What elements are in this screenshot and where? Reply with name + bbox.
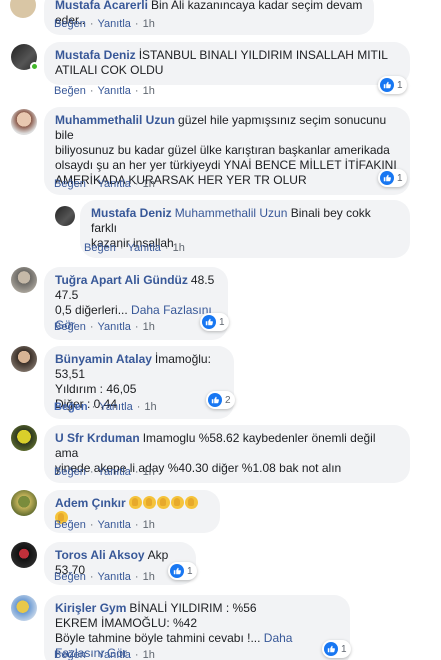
comment-text-line: Böyle tahmine böyle tahmini cevabı !... [55, 631, 261, 645]
comment-text-line: olsaydı şu an her yer türkiyeydi YNAİ BE… [55, 158, 397, 172]
thumbs-up-icon [380, 171, 394, 185]
clapping-hands-icon [184, 496, 198, 509]
like-button[interactable]: Beğen [84, 242, 116, 254]
comment-bubble: Mustafa Deniz İSTANBUL BINALI YILDIRIM IN… [44, 42, 410, 85]
timestamp[interactable]: 1h [173, 242, 185, 254]
comment-text-line: 48.5 [190, 273, 215, 287]
reply-button[interactable]: Yanıtla [97, 85, 130, 97]
like-button[interactable]: Beğen [54, 519, 86, 531]
comment-author[interactable]: Kirişler Gym [55, 601, 126, 615]
like-button[interactable]: Beğen [54, 571, 86, 583]
clapping-hands-icon [142, 496, 156, 509]
timestamp[interactable]: 1h [143, 649, 155, 660]
clapping-hands-icon [156, 496, 170, 509]
timestamp[interactable]: 1h [143, 18, 155, 30]
thumbs-up-icon [208, 393, 222, 407]
comment-actions: Beğen · Yanıtla · 1h [84, 242, 185, 254]
timestamp[interactable]: 1h [143, 466, 155, 478]
avatar[interactable] [11, 267, 37, 293]
avatar[interactable] [11, 490, 37, 516]
like-button[interactable]: Beğen [54, 649, 86, 660]
comment-actions: Beğen · Yanıtla · 1h [54, 85, 155, 97]
comment-text-line: 0,5 diğerleri... [55, 303, 128, 317]
timestamp[interactable]: 1h [143, 178, 155, 190]
thumbs-up-icon [202, 315, 216, 329]
reply-button[interactable]: Yanıtla [127, 242, 160, 254]
comment-actions: Beğen · Yanıtla · 1h [54, 18, 155, 30]
timestamp[interactable]: 1h [143, 571, 155, 583]
comment-actions: Beğen · Yanıtla · 1h [54, 571, 155, 583]
reply-button[interactable]: Yanıtla [99, 401, 132, 413]
comment-author[interactable]: Toros Ali Aksoy [55, 548, 145, 562]
thumbs-up-icon [170, 564, 184, 578]
like-button[interactable]: Beğen [54, 85, 86, 97]
comment-actions: Beğen · Yanıtla · 1h [54, 401, 157, 413]
reply-button[interactable]: Yanıtla [97, 519, 130, 531]
reply-button[interactable]: Yanıtla [97, 466, 130, 478]
comment-text-line: BİNALİ YILDIRIM : %56 [129, 601, 257, 615]
comment-author[interactable]: Mustafa Deniz [55, 48, 136, 62]
timestamp[interactable]: 1h [143, 85, 155, 97]
avatar[interactable] [10, 0, 36, 18]
avatar[interactable] [11, 109, 37, 135]
comment-author[interactable]: Mustafa Deniz [91, 206, 172, 220]
comment-author[interactable]: Mustafa Acarerli [55, 0, 148, 12]
clapping-hands-icon [128, 496, 142, 509]
comment-text-line: Yıldırım : 46,05 [55, 382, 137, 396]
comment-author[interactable]: Adem Çınkır [55, 496, 126, 510]
comment-author[interactable]: U Sfr Krduman [55, 431, 140, 445]
like-button[interactable]: Beğen [54, 401, 88, 413]
timestamp[interactable]: 1h [144, 401, 156, 413]
comment-author[interactable]: Tuğra Apart Ali Gündüz [55, 273, 188, 287]
thumbs-up-icon [380, 78, 394, 92]
comment-text-line: İSTANBUL BINALI YILDIRIM INSALLAH MITIL [138, 48, 388, 62]
reply-button[interactable]: Yanıtla [97, 649, 130, 660]
reaction-count[interactable]: 1 [200, 313, 229, 331]
reply-button[interactable]: Yanıtla [97, 321, 130, 333]
reaction-count[interactable]: 1 [322, 640, 351, 658]
timestamp[interactable]: 1h [143, 321, 155, 333]
comment: Mustafa Acarerli Bin Ali kazanıncaya kada… [0, 0, 441, 36]
avatar[interactable] [11, 425, 37, 451]
clapping-hands-icon [170, 496, 184, 509]
like-button[interactable]: Beğen [54, 178, 86, 190]
comment-actions: Beğen · Yanıtla · 1h [54, 649, 155, 660]
avatar[interactable] [11, 346, 37, 372]
comment-text-line: ATILALI COK OLDU [55, 63, 164, 77]
avatar[interactable] [55, 206, 75, 226]
comment-actions: Beğen · Yanıtla · 1h [54, 519, 155, 531]
comment-author[interactable]: Bünyamin Atalay [55, 352, 152, 366]
comment-text-line: biliyosunuz bu kadar güzel ülke karıştır… [55, 143, 390, 157]
reaction-count[interactable]: 1 [378, 169, 407, 187]
reaction-count[interactable]: 1 [168, 562, 197, 580]
like-button[interactable]: Beğen [54, 18, 86, 30]
like-button[interactable]: Beğen [54, 321, 86, 333]
comment-actions: Beğen · Yanıtla · 1h [54, 466, 155, 478]
online-indicator [30, 62, 39, 71]
reply-button[interactable]: Yanıtla [97, 178, 130, 190]
reply-button[interactable]: Yanıtla [97, 18, 130, 30]
avatar[interactable] [11, 542, 37, 568]
comment-author[interactable]: Muhammethalil Uzun [55, 113, 175, 127]
reaction-count[interactable]: 2 [206, 391, 235, 409]
thumbs-up-icon [324, 642, 338, 656]
reply-button[interactable]: Yanıtla [97, 571, 130, 583]
comment-actions: Beğen · Yanıtla · 1h [54, 178, 155, 190]
reaction-count[interactable]: 1 [378, 76, 407, 94]
timestamp[interactable]: 1h [143, 519, 155, 531]
comment-text-line: EKREM İMAMOĞLU: %42 [55, 616, 198, 630]
avatar[interactable] [11, 595, 37, 621]
comment-actions: Beğen · Yanıtla · 1h [54, 321, 155, 333]
comment-text-line: 47.5 [55, 288, 79, 302]
mention-link[interactable]: Muhammethalil Uzun [175, 206, 288, 220]
like-button[interactable]: Beğen [54, 466, 86, 478]
